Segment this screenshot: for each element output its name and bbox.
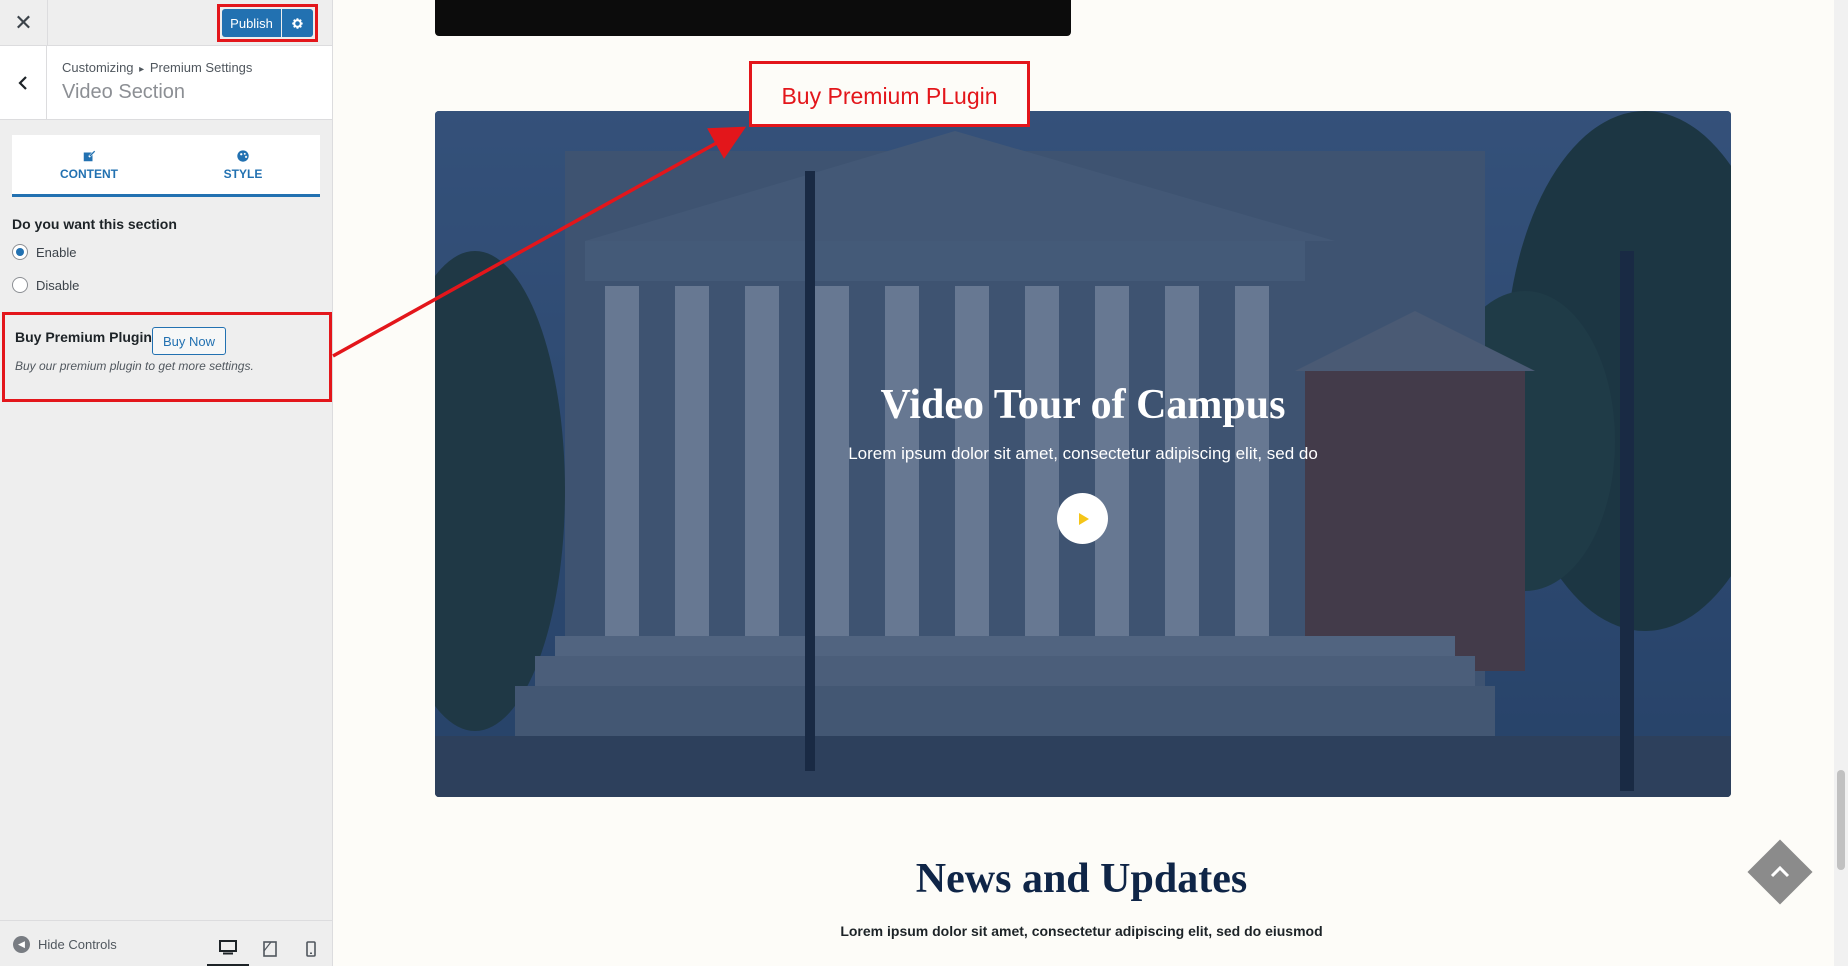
premium-annotation-box: Buy Premium Plugin Buy Now Buy our premi…	[2, 312, 332, 402]
news-section-subtitle: Lorem ipsum dolor sit amet, consectetur …	[840, 923, 1323, 939]
play-video-button[interactable]	[1057, 493, 1108, 544]
hero-subtitle: Lorem ipsum dolor sit amet, consectetur …	[848, 444, 1318, 463]
chevron-up-icon	[1770, 865, 1790, 878]
breadcrumb: Customizing ▸ Premium Settings	[62, 60, 253, 75]
scrollbar-thumb[interactable]	[1837, 770, 1845, 870]
publish-annotation-box: Publish	[217, 4, 318, 42]
enable-question-label: Do you want this section	[12, 216, 177, 232]
back-button[interactable]	[0, 46, 47, 119]
news-section-title: News and Updates	[915, 856, 1248, 902]
enable-radio[interactable]	[12, 244, 28, 260]
desktop-icon	[219, 939, 237, 954]
enable-radio-option[interactable]: Enable	[12, 244, 76, 260]
gear-icon	[292, 17, 303, 29]
settings-tabs: CONTENT STYLE	[12, 135, 320, 197]
close-customizer-button[interactable]: ✕	[0, 0, 48, 46]
buy-premium-label: Buy Premium PLugin	[781, 82, 998, 109]
close-icon: ✕	[14, 10, 33, 35]
video-hero-section: Video Tour of Campus Lorem ipsum dolor s…	[435, 111, 1731, 797]
site-preview: Video Tour of Campus Lorem ipsum dolor s…	[333, 0, 1848, 966]
customizer-sidebar: ✕ Publish Customizing ▸ Premium Settings…	[0, 0, 333, 966]
premium-title: Buy Premium Plugin	[15, 329, 152, 345]
tablet-preview-button[interactable]	[249, 931, 291, 966]
disable-radio-option[interactable]: Disable	[12, 277, 79, 293]
palette-icon	[237, 149, 249, 162]
section-header: Customizing ▸ Premium Settings Video Sec…	[0, 46, 332, 120]
mobile-icon	[306, 941, 316, 957]
buy-now-button[interactable]: Buy Now	[152, 327, 226, 355]
previous-video-section	[435, 0, 1071, 36]
tab-content[interactable]: CONTENT	[12, 135, 166, 194]
desktop-preview-button[interactable]	[207, 931, 249, 966]
buy-premium-annotation: Buy Premium PLugin	[749, 61, 1030, 127]
play-icon	[1078, 512, 1089, 525]
hero-title: Video Tour of Campus	[880, 382, 1286, 428]
publish-button[interactable]: Publish	[222, 9, 281, 37]
customizer-topbar: ✕ Publish	[0, 0, 332, 46]
tablet-icon	[263, 941, 277, 957]
preview-scrollbar[interactable]	[1834, 0, 1848, 966]
premium-description: Buy our premium plugin to get more setti…	[15, 359, 254, 373]
edit-icon	[83, 150, 96, 161]
collapse-icon: ◀	[13, 936, 30, 953]
hide-controls-button[interactable]: ◀ Hide Controls	[13, 936, 117, 953]
publish-settings-button[interactable]	[282, 9, 313, 37]
chevron-left-icon	[18, 75, 27, 90]
section-title: Video Section	[62, 81, 186, 103]
customizer-footer: ◀ Hide Controls	[0, 920, 332, 966]
tab-style[interactable]: STYLE	[166, 135, 320, 194]
mobile-preview-button[interactable]	[290, 931, 332, 966]
disable-radio[interactable]	[12, 277, 28, 293]
